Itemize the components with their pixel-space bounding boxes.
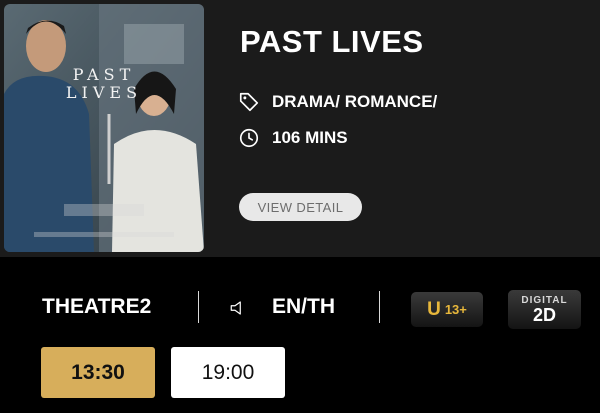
speaker-icon (230, 301, 241, 315)
session-info: THEATRE2 EN/TH U 13+ DIGITAL 2D (0, 283, 600, 331)
divider (198, 291, 199, 323)
rating-age: 13+ (444, 302, 467, 317)
showtime-button-selected[interactable]: 13:30 (41, 347, 155, 398)
theatre-name: THEATRE2 (42, 295, 152, 318)
language-text: EN/TH (272, 295, 335, 318)
duration-row: 106 MINS (238, 127, 348, 149)
tag-icon (239, 92, 259, 112)
clock-icon (239, 128, 259, 148)
movie-card: PAST LIVES PAST LIVES DRAMA/ ROMANCE/ 10… (0, 0, 600, 257)
format-badge: DIGITAL 2D (508, 290, 581, 329)
genre-text: DRAMA/ ROMANCE/ (272, 92, 438, 111)
poster-image: PAST LIVES (4, 4, 204, 252)
poster-title-line2: LIVES (66, 83, 142, 102)
genre-row: DRAMA/ ROMANCE/ (238, 91, 437, 113)
movie-title: PAST LIVES (240, 24, 424, 59)
view-detail-button[interactable]: VIEW DETAIL (239, 193, 362, 221)
poster-title-line1: PAST (73, 65, 135, 84)
rating-badge: U 13+ (411, 292, 483, 327)
divider (379, 291, 380, 323)
showtime-button[interactable]: 19:00 (171, 347, 285, 398)
format-label-bottom: 2D (532, 305, 556, 325)
rating-letter: U (427, 298, 441, 320)
duration-text: 106 MINS (272, 128, 348, 147)
movie-poster[interactable]: PAST LIVES (4, 4, 204, 252)
